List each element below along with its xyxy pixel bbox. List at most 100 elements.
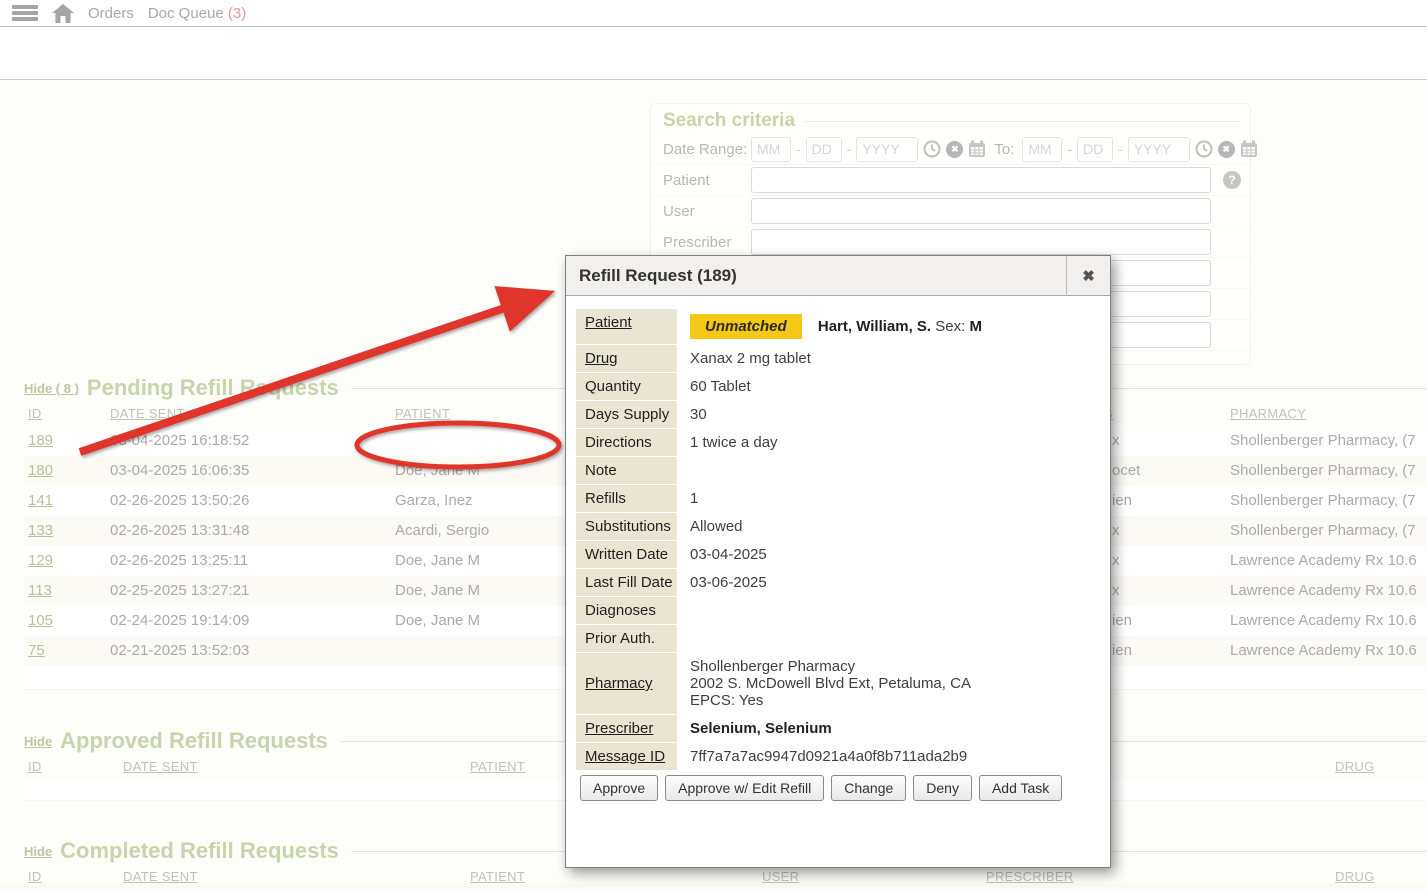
hamburger-menu-icon[interactable] <box>12 5 38 21</box>
column-header-date-sent[interactable]: DATE SENT <box>123 869 198 884</box>
cell-date-sent: 02-26-2025 13:50:26 <box>110 492 249 509</box>
search-criteria-title: Search criteria <box>663 110 795 132</box>
column-header-date-sent[interactable]: DATE SENT <box>123 759 198 774</box>
row-id-link[interactable]: 180 <box>28 462 53 479</box>
field-row-patient: Patient Unmatched Hart, William, S. Sex:… <box>576 309 1098 344</box>
message-id-field-link[interactable]: Message ID <box>576 743 677 770</box>
cell-drug: x <box>1112 582 1120 599</box>
cell-drug: ien <box>1112 612 1132 629</box>
column-header-id[interactable]: ID <box>28 869 42 884</box>
approved-hide-link[interactable]: Hide <box>24 734 52 749</box>
cell-drug: ien <box>1112 492 1132 509</box>
add-task-button[interactable]: Add Task <box>979 775 1062 801</box>
column-header-patient[interactable]: PATIENT <box>470 759 525 774</box>
written-date-value: 03-04-2025 <box>677 541 767 568</box>
column-header-drug[interactable]: DRUG <box>1335 869 1374 884</box>
pharmacy-address: 2002 S. McDowell Blvd Ext, Petaluma, CA <box>690 675 971 692</box>
directions-field-label: Directions <box>576 429 677 456</box>
row-id-link[interactable]: 133 <box>28 522 53 539</box>
column-header-prescriber[interactable]: PRESCRIBER <box>986 869 1074 884</box>
column-header-patient[interactable]: PATIENT <box>470 869 525 884</box>
approve-button[interactable]: Approve <box>580 775 658 801</box>
approve-w-edit-refill-button[interactable]: Approve w/ Edit Refill <box>665 775 824 801</box>
row-id-link[interactable]: 141 <box>28 492 53 509</box>
written-date-field-label: Written Date <box>576 541 677 568</box>
cell-pharmacy: Lawrence Academy Rx 10.6 <box>1230 612 1417 629</box>
deny-button[interactable]: Deny <box>913 775 972 801</box>
cell-pharmacy: Lawrence Academy Rx 10.6 <box>1230 642 1417 659</box>
field-row-note: Note <box>576 457 1098 484</box>
pending-section-title: Pending Refill Requests <box>87 375 339 401</box>
doc-queue-count: (3) <box>228 5 246 22</box>
from-clear-icon[interactable]: ✖ <box>946 141 963 158</box>
column-header-drug[interactable]: DRUG <box>1335 759 1374 774</box>
cell-pharmacy: Lawrence Academy Rx 10.6 <box>1230 552 1417 569</box>
substitutions-value: Allowed <box>677 513 743 540</box>
column-header-id[interactable]: ID <box>28 406 42 421</box>
approved-section-title: Approved Refill Requests <box>60 728 328 754</box>
directions-value: 1 twice a day <box>677 429 778 456</box>
cell-pharmacy: Shollenberger Pharmacy, (7 <box>1230 462 1416 479</box>
field-row-substitutions: Substitutions Allowed <box>576 513 1098 540</box>
top-bar: Orders Doc Queue (3) <box>0 0 1427 27</box>
patient-search-input[interactable] <box>751 167 1211 193</box>
pharmacy-value: Shollenberger Pharmacy 2002 S. McDowell … <box>677 653 971 714</box>
cell-drug: ien <box>1112 642 1132 659</box>
user-search-row: User <box>651 196 1250 227</box>
prescriber-field-link[interactable]: Prescriber <box>576 715 677 742</box>
dialog-button-bar: Approve Approve w/ Edit Refill Change De… <box>580 775 1098 801</box>
row-id-link[interactable]: 75 <box>28 642 45 659</box>
row-id-link[interactable]: 105 <box>28 612 53 629</box>
column-header-date-sent[interactable]: DATE SENT <box>110 406 185 421</box>
cell-pharmacy: Shollenberger Pharmacy, (7 <box>1230 432 1416 449</box>
cell-patient: Doe, Jane M <box>395 582 480 599</box>
close-icon[interactable]: ✖ <box>1066 256 1110 296</box>
nav-orders[interactable]: Orders <box>88 5 134 22</box>
home-icon[interactable] <box>52 4 74 23</box>
field-row-last-fill-date: Last Fill Date 03-06-2025 <box>576 569 1098 596</box>
column-header-pharmacy[interactable]: PHARMACY <box>1230 406 1306 421</box>
to-clock-icon[interactable] <box>1195 140 1213 158</box>
date-dash: - <box>796 141 801 157</box>
cell-date-sent: 02-26-2025 13:31:48 <box>110 522 249 539</box>
column-header-id[interactable]: ID <box>28 759 42 774</box>
date-range-label: Date Range: <box>663 141 747 158</box>
to-year-input[interactable] <box>1128 137 1190 162</box>
patient-field-link[interactable]: Patient <box>576 309 677 344</box>
completed-hide-link[interactable]: Hide <box>24 844 52 859</box>
change-button[interactable]: Change <box>831 775 906 801</box>
row-id-link[interactable]: 189 <box>28 432 53 449</box>
from-day-input[interactable] <box>806 137 842 162</box>
row-id-link[interactable]: 129 <box>28 552 53 569</box>
date-dash: - <box>1118 141 1123 157</box>
column-header-patient[interactable]: PATIENT <box>395 406 450 421</box>
pending-hide-link[interactable]: Hide ( 8 ) <box>24 381 79 396</box>
from-month-input[interactable] <box>751 137 791 162</box>
field-row-days-supply: Days Supply 30 <box>576 401 1098 428</box>
drug-value: Xanax 2 mg tablet <box>677 345 811 372</box>
cell-drug: x <box>1112 552 1120 569</box>
pharmacy-field-link[interactable]: Pharmacy <box>576 653 677 714</box>
to-clear-icon[interactable]: ✖ <box>1218 141 1235 158</box>
to-month-input[interactable] <box>1022 137 1062 162</box>
user-search-input[interactable] <box>751 198 1211 224</box>
cell-drug: ocet <box>1112 462 1140 479</box>
field-row-prior-auth: Prior Auth. <box>576 625 1098 652</box>
cell-date-sent: 03-04-2025 16:06:35 <box>110 462 249 479</box>
field-row-pharmacy: Pharmacy Shollenberger Pharmacy 2002 S. … <box>576 653 1098 714</box>
cell-pharmacy: Lawrence Academy Rx 10.6 <box>1230 582 1417 599</box>
message-id-value: 7ff7a7a7ac9947d0921a4a0f8b711ada2b9 <box>677 743 967 770</box>
prescriber-search-input[interactable] <box>751 229 1211 255</box>
from-clock-icon[interactable] <box>923 140 941 158</box>
from-year-input[interactable] <box>856 137 918 162</box>
help-icon[interactable]: ? <box>1223 171 1241 189</box>
drug-field-link[interactable]: Drug <box>576 345 677 372</box>
column-header-user[interactable]: USER <box>762 869 799 884</box>
to-calendar-icon[interactable] <box>1240 140 1258 158</box>
nav-doc-queue[interactable]: Doc Queue (3) <box>148 5 246 22</box>
from-calendar-icon[interactable] <box>968 140 986 158</box>
to-day-input[interactable] <box>1077 137 1113 162</box>
field-row-written-date: Written Date 03-04-2025 <box>576 541 1098 568</box>
diagnoses-field-label: Diagnoses <box>576 597 677 624</box>
row-id-link[interactable]: 113 <box>28 582 52 599</box>
